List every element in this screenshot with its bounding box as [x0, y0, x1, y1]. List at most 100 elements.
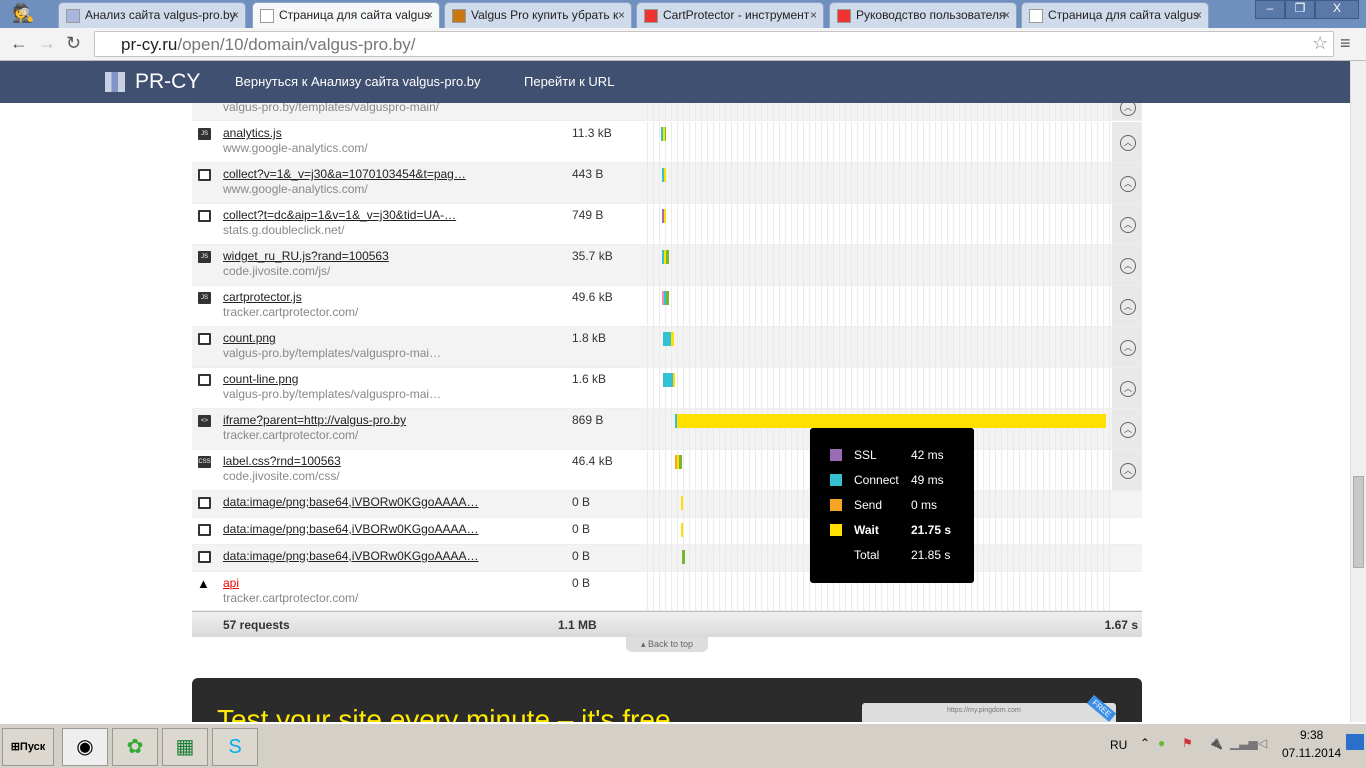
- table-row: JS widget_ru_RU.js?rand=100563 code.jivos…: [192, 245, 1142, 286]
- resource-size: 46.4 kB: [572, 454, 613, 468]
- expand-icon[interactable]: ︿: [1120, 103, 1136, 116]
- clock-time[interactable]: 9:38: [1300, 728, 1323, 742]
- timing-bar-wait[interactable]: [664, 209, 666, 223]
- resource-link[interactable]: iframe?parent=http://valgus-pro.by: [223, 413, 406, 427]
- resource-link[interactable]: data:image/png;base64,iVBORw0KGgoAAAA…: [223, 522, 478, 536]
- tab-strip: 🕵 Анализ сайта valgus-pro.by × Страница дл…: [0, 0, 1366, 28]
- language-indicator[interactable]: RU: [1110, 738, 1127, 752]
- resource-link[interactable]: data:image/png;base64,iVBORw0KGgoAAAA…: [223, 549, 478, 563]
- back-to-analysis-link[interactable]: Вернуться к Анализу сайта valgus-pro.by: [235, 74, 481, 89]
- resource-link[interactable]: count.png: [223, 331, 276, 345]
- timing-bar-wait[interactable]: [664, 168, 666, 182]
- table-row: data:image/png;base64,iVBORw0KGgoAAAA… 0…: [192, 491, 1142, 518]
- excel-taskbar-icon[interactable]: ▦: [162, 728, 208, 766]
- browser-tab[interactable]: Страница для сайта valgus ×: [252, 2, 440, 28]
- browser-tab[interactable]: Руководство пользователя ×: [829, 2, 1017, 28]
- expand-icon[interactable]: ︿: [1120, 299, 1136, 315]
- timing-bar-rcv[interactable]: [666, 291, 669, 305]
- expand-icon[interactable]: ︿: [1120, 176, 1136, 192]
- image-file-icon: [198, 169, 211, 181]
- html-file-icon: <>: [198, 415, 211, 427]
- network-icon[interactable]: ▁▃▅: [1230, 736, 1258, 750]
- start-button[interactable]: ⊞Пуск: [2, 728, 54, 766]
- expand-icon[interactable]: ︿: [1120, 340, 1136, 356]
- menu-icon[interactable]: ≡: [1340, 33, 1351, 54]
- pingdom-banner[interactable]: Test your site every minute – it's free …: [192, 678, 1142, 722]
- action-center-icon[interactable]: ⚑: [1182, 736, 1193, 750]
- scrollbar-thumb[interactable]: [1353, 476, 1364, 568]
- resource-link[interactable]: label.css?rnd=100563: [223, 454, 341, 468]
- resource-link[interactable]: data:image/png;base64,iVBORw0KGgoAAAA…: [223, 495, 478, 509]
- timing-bar-con[interactable]: [663, 373, 673, 387]
- power-icon[interactable]: 🔌: [1208, 736, 1223, 750]
- resource-size: 0 B: [572, 576, 591, 590]
- resource-link[interactable]: analytics.js: [223, 126, 282, 140]
- expand-icon[interactable]: ︿: [1120, 381, 1136, 397]
- tab-favicon-icon: [66, 9, 80, 23]
- expand-icon[interactable]: ︿: [1120, 463, 1136, 479]
- resource-link[interactable]: widget_ru_RU.js?rand=100563: [223, 249, 389, 263]
- resource-link[interactable]: api: [223, 576, 239, 590]
- waterfall-cell: [642, 204, 1112, 244]
- incognito-icon: 🕵: [12, 3, 35, 23]
- image-file-icon: [198, 210, 211, 222]
- timing-bar-rcv[interactable]: [682, 550, 685, 564]
- image-file-icon: [198, 524, 211, 536]
- waterfall-cell: [642, 327, 1112, 367]
- forward-icon[interactable]: →: [38, 33, 56, 54]
- resource-size: 1.8 kB: [572, 331, 607, 345]
- timing-bar-wait[interactable]: [673, 373, 675, 387]
- expand-icon[interactable]: ︿: [1120, 422, 1136, 438]
- resource-link[interactable]: cartprotector.js: [223, 290, 302, 304]
- restore-button[interactable]: ❐: [1285, 0, 1315, 19]
- tab-close-icon[interactable]: ×: [618, 8, 625, 22]
- browser-tab[interactable]: Анализ сайта valgus-pro.by ×: [58, 2, 246, 28]
- back-to-top-button[interactable]: ▴ Back to top: [626, 637, 708, 652]
- resource-link[interactable]: collect?v=1&_v=j30&a=1070103454&t=pag…: [223, 167, 466, 181]
- timing-bar-wait[interactable]: [671, 332, 674, 346]
- address-bar[interactable]: pr-cy.ru/open/10/domain/valgus-pro.by/: [94, 31, 1334, 57]
- waterfall-cell: [642, 286, 1112, 326]
- browser-tab[interactable]: Valgus Pro купить убрать к ×: [444, 2, 632, 28]
- scrollbar[interactable]: [1350, 61, 1366, 722]
- close-window-button[interactable]: X: [1315, 0, 1359, 19]
- timing-bar-con[interactable]: [663, 332, 671, 346]
- resource-link[interactable]: collect?t=dc&aip=1&v=1&_v=j30&tid=UA-…: [223, 208, 456, 222]
- pr-cy-logo-icon: [105, 72, 125, 92]
- tab-close-icon[interactable]: ×: [426, 8, 433, 22]
- timing-bar-wait[interactable]: [681, 496, 683, 510]
- expand-icon[interactable]: ︿: [1120, 135, 1136, 151]
- show-desktop-icon[interactable]: [1346, 734, 1364, 750]
- timing-bar-wait[interactable]: [681, 523, 683, 537]
- browser-tab[interactable]: CartProtector - инструмент ×: [636, 2, 824, 28]
- logo-text[interactable]: PR-CY: [135, 70, 200, 94]
- timing-bar-rcv[interactable]: [666, 250, 669, 264]
- minimize-button[interactable]: –: [1255, 0, 1285, 19]
- tab-close-icon[interactable]: ×: [1195, 8, 1202, 22]
- bookmark-star-icon[interactable]: ☆: [1312, 33, 1328, 54]
- tab-close-icon[interactable]: ×: [810, 8, 817, 22]
- resource-size: 35.7 kB: [572, 249, 613, 263]
- resource-link[interactable]: count-line.png: [223, 372, 298, 386]
- icq-taskbar-icon[interactable]: ✿: [112, 728, 158, 766]
- tray-expand-icon[interactable]: ⌃: [1140, 736, 1150, 750]
- expand-icon[interactable]: ︿: [1120, 258, 1136, 274]
- resource-host: code.jivosite.com/css/: [223, 469, 340, 483]
- volume-icon[interactable]: ◁: [1258, 736, 1267, 750]
- skype-taskbar-icon[interactable]: S: [212, 728, 258, 766]
- reload-icon[interactable]: ↻: [66, 33, 81, 54]
- table-row: count.png valgus-pro.by/templates/valgus…: [192, 327, 1142, 368]
- timing-bar-rcv[interactable]: [679, 455, 682, 469]
- expand-icon[interactable]: ︿: [1120, 217, 1136, 233]
- table-row: collect?t=dc&aip=1&v=1&_v=j30&tid=UA-… s…: [192, 204, 1142, 245]
- chrome-taskbar-icon[interactable]: ◉: [62, 728, 108, 766]
- tab-close-icon[interactable]: ×: [232, 8, 239, 22]
- timing-bar-rcv[interactable]: [665, 127, 666, 141]
- tab-close-icon[interactable]: ×: [1003, 8, 1010, 22]
- back-icon[interactable]: ←: [10, 33, 28, 54]
- timing-bar-wait[interactable]: [677, 414, 1106, 428]
- browser-tab[interactable]: Страница для сайта valgus ×: [1021, 2, 1209, 28]
- clock-date[interactable]: 07.11.2014: [1282, 746, 1341, 760]
- goto-url-link[interactable]: Перейти к URL: [524, 74, 614, 89]
- tray-app-icon[interactable]: ●: [1158, 736, 1165, 750]
